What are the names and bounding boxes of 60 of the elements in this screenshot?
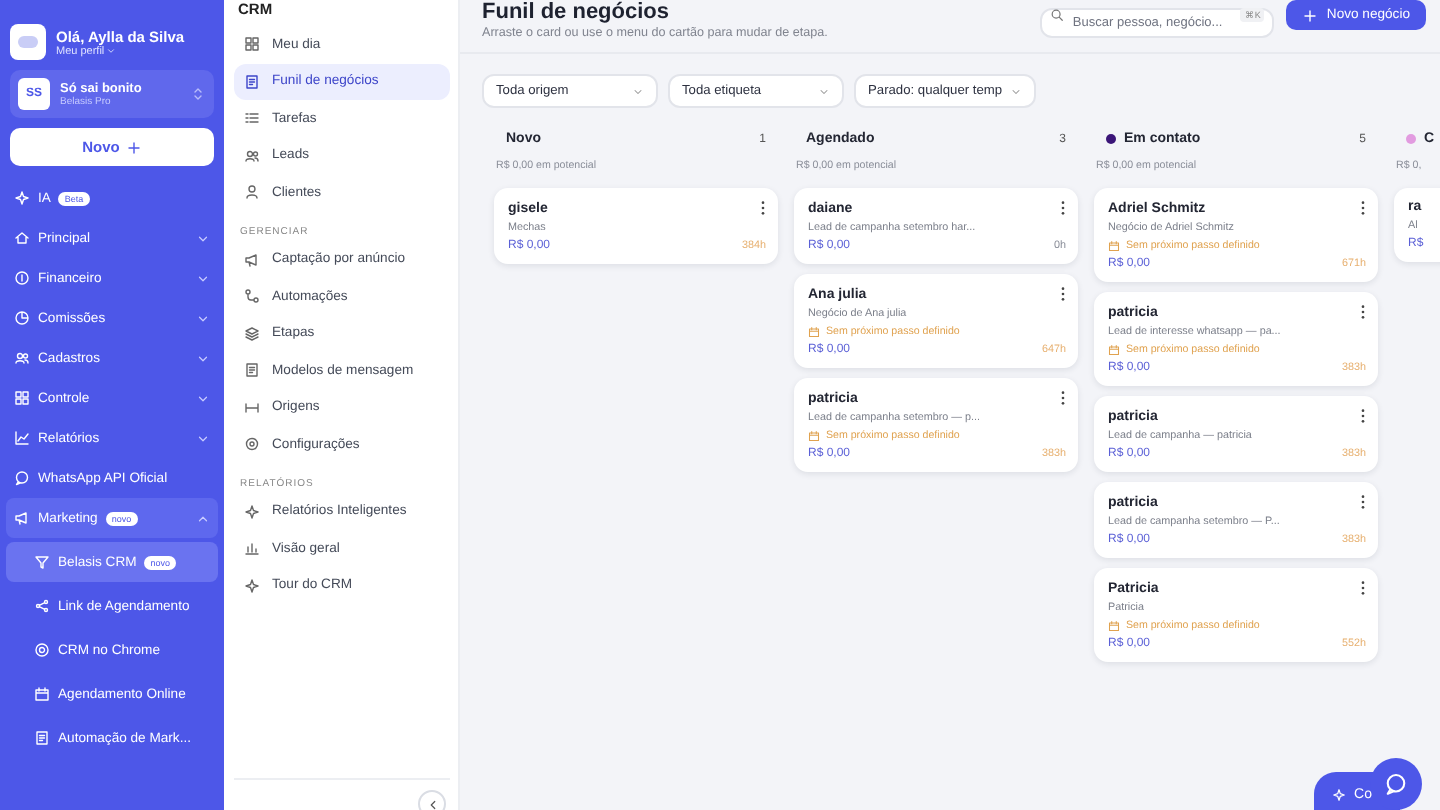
line-chart-icon: [14, 430, 30, 446]
chevron-left-icon: [425, 797, 439, 810]
chevron-down-icon: [196, 431, 210, 445]
grid-icon: [244, 36, 260, 53]
more-icon[interactable]: [1060, 286, 1066, 302]
more-icon[interactable]: [760, 200, 766, 216]
chevron-down-icon: [1010, 85, 1023, 97]
plus-icon: [125, 139, 142, 155]
document-icon: [244, 73, 260, 90]
more-icon[interactable]: [1360, 200, 1366, 216]
document-icon: [34, 730, 50, 746]
more-icon[interactable]: [1360, 304, 1366, 320]
more-icon[interactable]: [1060, 200, 1066, 216]
funnel-icon: [34, 554, 50, 570]
home-icon: [14, 230, 30, 246]
user-icon: [244, 184, 260, 201]
more-icon[interactable]: [1060, 390, 1066, 406]
chevron-down-icon: [632, 85, 644, 97]
chevron-down-icon: [106, 46, 117, 56]
calendar-icon: [1108, 240, 1120, 252]
sparkle-icon: [14, 190, 30, 206]
calendar-icon: [808, 326, 820, 338]
plus-icon: [1302, 7, 1319, 23]
grid-icon: [14, 390, 30, 406]
more-icon[interactable]: [1360, 494, 1366, 510]
chevron-down-icon: [196, 271, 210, 285]
chevron-down-icon: [818, 85, 830, 97]
chat-icon: [14, 470, 30, 486]
chat-icon: [1384, 772, 1408, 796]
sparkle-icon: [1332, 787, 1347, 801]
chevron-down-icon: [196, 311, 210, 325]
chevron-down-icon: [196, 391, 210, 405]
calendar-icon: [34, 686, 50, 702]
updown-icon: [190, 86, 206, 102]
logo-icon: [10, 24, 46, 60]
chevron-down-icon: [196, 231, 210, 245]
document-icon: [244, 362, 260, 379]
sparkle-icon: [244, 577, 260, 594]
calendar-icon: [1108, 344, 1120, 356]
coin-icon: [14, 270, 30, 286]
chat-button[interactable]: [1370, 758, 1422, 810]
bar-chart-icon: [244, 540, 260, 557]
nodes-icon: [244, 288, 260, 305]
megaphone-icon: [14, 510, 30, 526]
chevron-up-icon: [196, 511, 210, 525]
layers-icon: [244, 325, 260, 342]
calendar-icon: [808, 430, 820, 442]
collapse-button[interactable]: [418, 790, 446, 810]
users-icon: [14, 350, 30, 366]
calendar-icon: [1108, 620, 1120, 632]
chevron-down-icon: [196, 351, 210, 365]
megaphone-icon: [244, 251, 260, 268]
users-icon: [244, 147, 260, 164]
more-icon[interactable]: [1360, 408, 1366, 424]
page-title: Funil de negócios: [482, 0, 672, 24]
share-icon: [34, 598, 50, 614]
more-icon[interactable]: [1360, 580, 1366, 596]
pie-chart-icon: [14, 310, 30, 326]
sparkle-icon: [244, 503, 260, 520]
list-icon: [244, 110, 260, 127]
